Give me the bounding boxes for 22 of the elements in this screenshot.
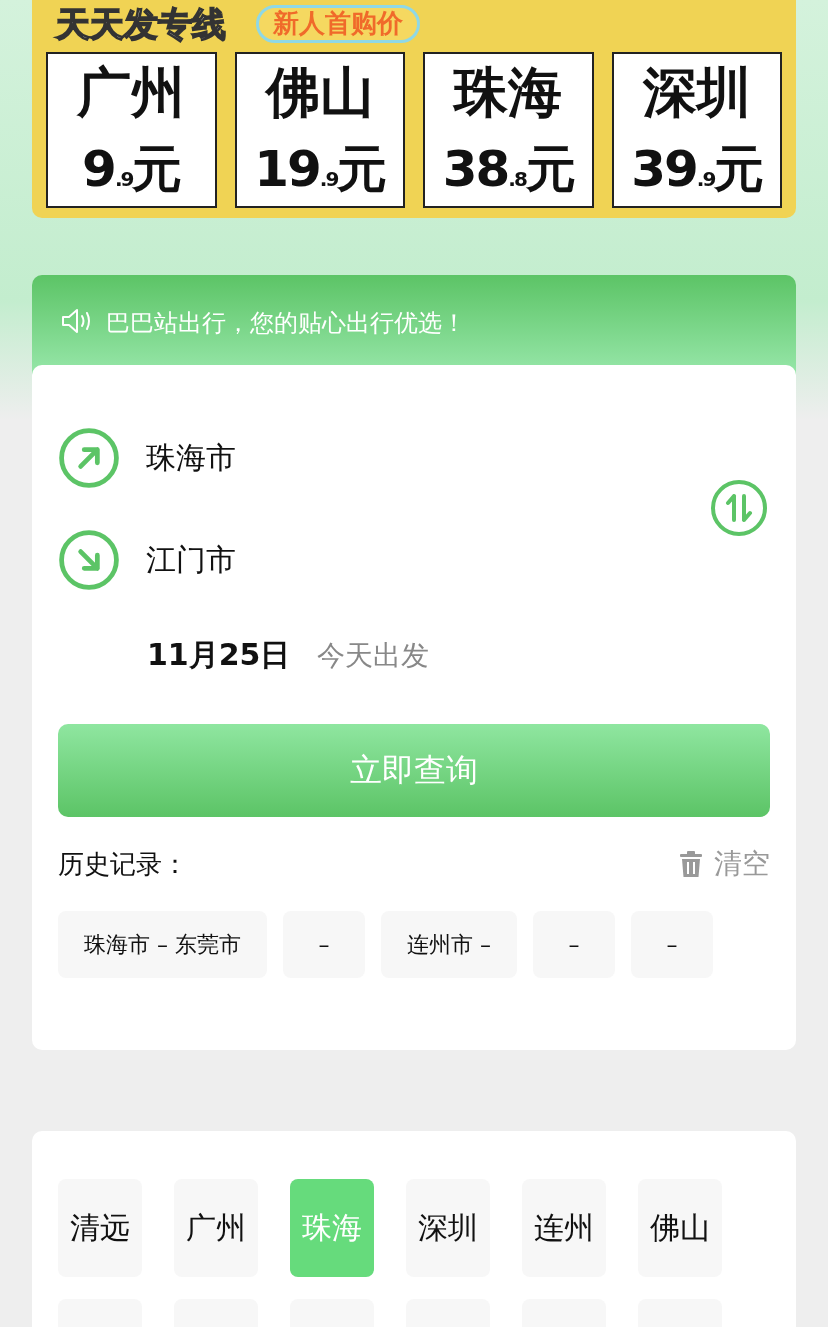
- banner-tag: 新人首购价: [256, 5, 420, 43]
- history-chip[interactable]: –: [533, 911, 615, 978]
- history-chip[interactable]: –: [283, 911, 365, 978]
- price-city: 佛山: [265, 66, 374, 120]
- city-tile[interactable]: 佛山: [638, 1179, 722, 1277]
- price-city: 珠海: [454, 66, 563, 120]
- price-city: 广州: [77, 66, 186, 120]
- history-label: 历史记录：: [58, 847, 188, 881]
- city-tile[interactable]: 深圳: [406, 1179, 490, 1277]
- city-tile[interactable]: 连州: [522, 1179, 606, 1277]
- history-chip[interactable]: 连州市 –: [381, 911, 517, 978]
- departure-city[interactable]: 珠海市: [146, 437, 236, 479]
- history-chip[interactable]: –: [631, 911, 713, 978]
- history-chip[interactable]: 珠海市 – 东莞市: [58, 911, 267, 978]
- price-city: 深圳: [642, 66, 751, 120]
- notice-text: 巴巴站出行，您的贴心出行优选！: [106, 308, 466, 339]
- banner-title: 天天发专线: [56, 7, 226, 41]
- city-tile[interactable]: 清远: [58, 1179, 142, 1277]
- travel-date[interactable]: 11月25日: [147, 635, 291, 676]
- city-tile[interactable]: 广州: [174, 1179, 258, 1277]
- arrival-city[interactable]: 江门市: [146, 539, 236, 581]
- date-note: 今天出发: [316, 638, 429, 674]
